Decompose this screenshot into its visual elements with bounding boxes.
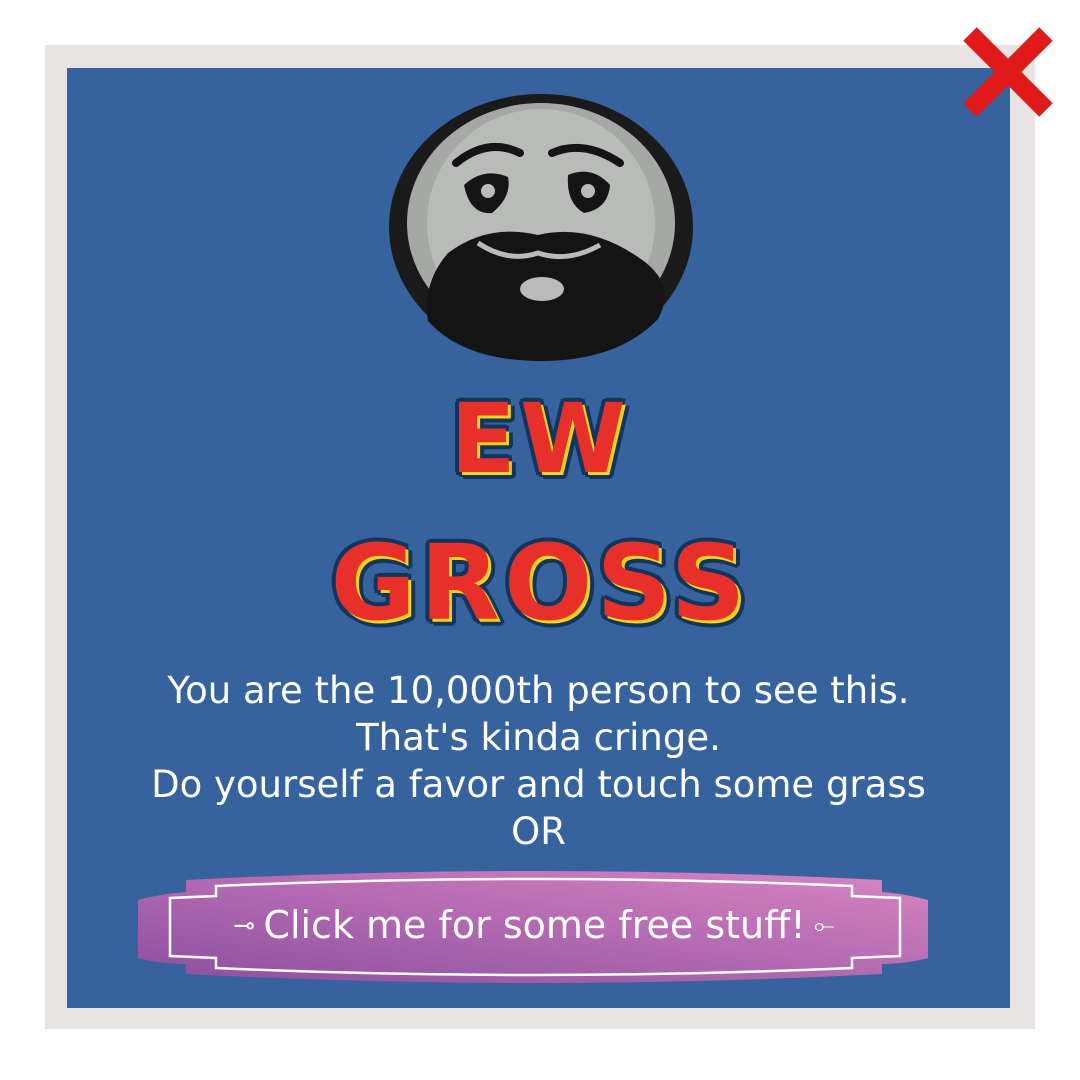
headline-gross: GROSS xyxy=(330,522,750,644)
message-line-1: You are the 10,000th person to see this. xyxy=(167,669,910,712)
message-line-3: Do yourself a favor and touch some grass xyxy=(151,763,926,806)
message-line-4: OR xyxy=(511,810,566,853)
message-line-2: That's kinda cringe. xyxy=(356,716,721,759)
button-label-text: Click me for some free stuff! xyxy=(263,903,806,947)
ornament-right-icon: ⟜ xyxy=(805,911,835,941)
free-stuff-label: ⊸ Click me for some free stuff! ⟜ xyxy=(136,868,932,986)
popup-message: You are the 10,000th person to see this.… xyxy=(67,667,1010,855)
headline-ew: EW xyxy=(450,383,630,495)
troll-face-image xyxy=(388,93,694,361)
close-icon[interactable] xyxy=(958,24,1058,120)
free-stuff-button[interactable]: ⊸ Click me for some free stuff! ⟜ xyxy=(136,868,932,986)
ornament-left-icon: ⊸ xyxy=(233,911,264,941)
